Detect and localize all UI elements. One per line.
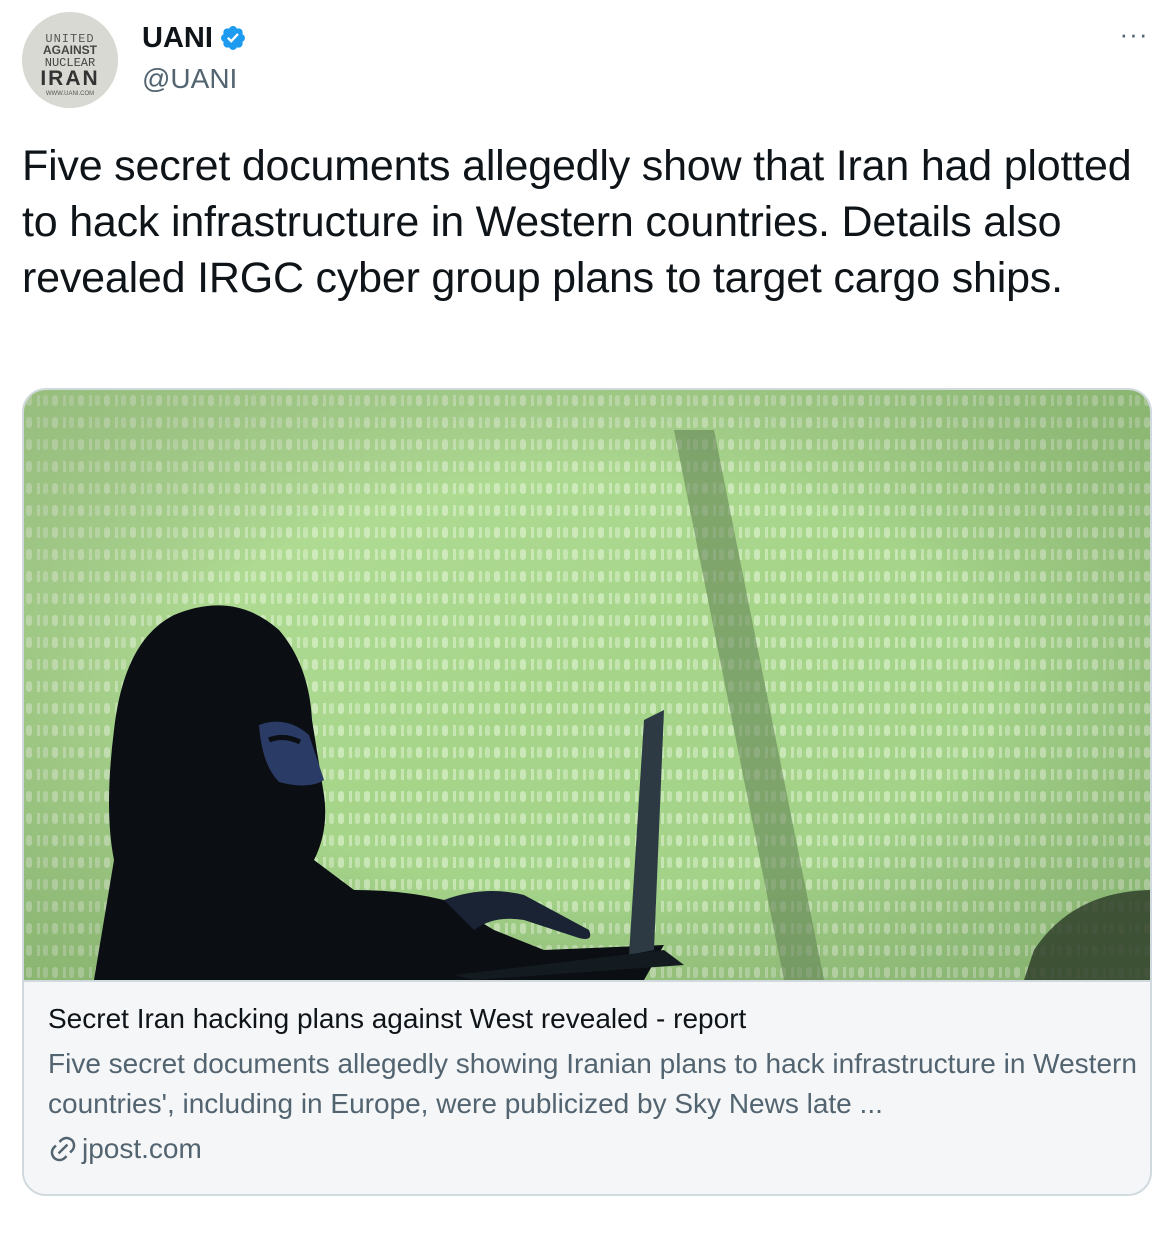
card-domain-text[interactable]: jpost.com bbox=[82, 1130, 202, 1168]
card-body[interactable]: Secret Iran hacking plans against West r… bbox=[24, 980, 1150, 1194]
svg-text:IRAN: IRAN bbox=[40, 67, 99, 90]
link-icon bbox=[50, 1136, 76, 1162]
svg-text:WWW.UANI.COM: WWW.UANI.COM bbox=[46, 91, 94, 97]
card-description: Five secret documents allegedly showing … bbox=[48, 1048, 1137, 1119]
card-image[interactable] bbox=[24, 390, 1150, 980]
more-options-button[interactable]: ··· bbox=[1116, 21, 1152, 52]
link-preview-card[interactable]: Secret Iran hacking plans against West r… bbox=[22, 388, 1152, 1196]
author-handle[interactable]: @UANI bbox=[142, 62, 237, 96]
verified-badge-icon bbox=[220, 26, 245, 50]
svg-text:AGAINST: AGAINST bbox=[43, 43, 98, 57]
tweet-text: Five secret documents allegedly show tha… bbox=[22, 142, 1132, 302]
card-title[interactable]: Secret Iran hacking plans against West r… bbox=[48, 1000, 746, 1038]
author-display-name[interactable]: UANI bbox=[142, 20, 247, 56]
author-name-text[interactable]: UANI bbox=[142, 20, 213, 56]
card-domain[interactable]: jpost.com bbox=[48, 1130, 202, 1168]
hacker-silhouette-binary-photo bbox=[24, 390, 1150, 980]
avatar[interactable]: UNITED AGAINST NUCLEAR IRAN WWW.UANI.COM bbox=[22, 12, 118, 108]
uani-logo: UNITED AGAINST NUCLEAR IRAN WWW.UANI.COM bbox=[22, 12, 118, 108]
